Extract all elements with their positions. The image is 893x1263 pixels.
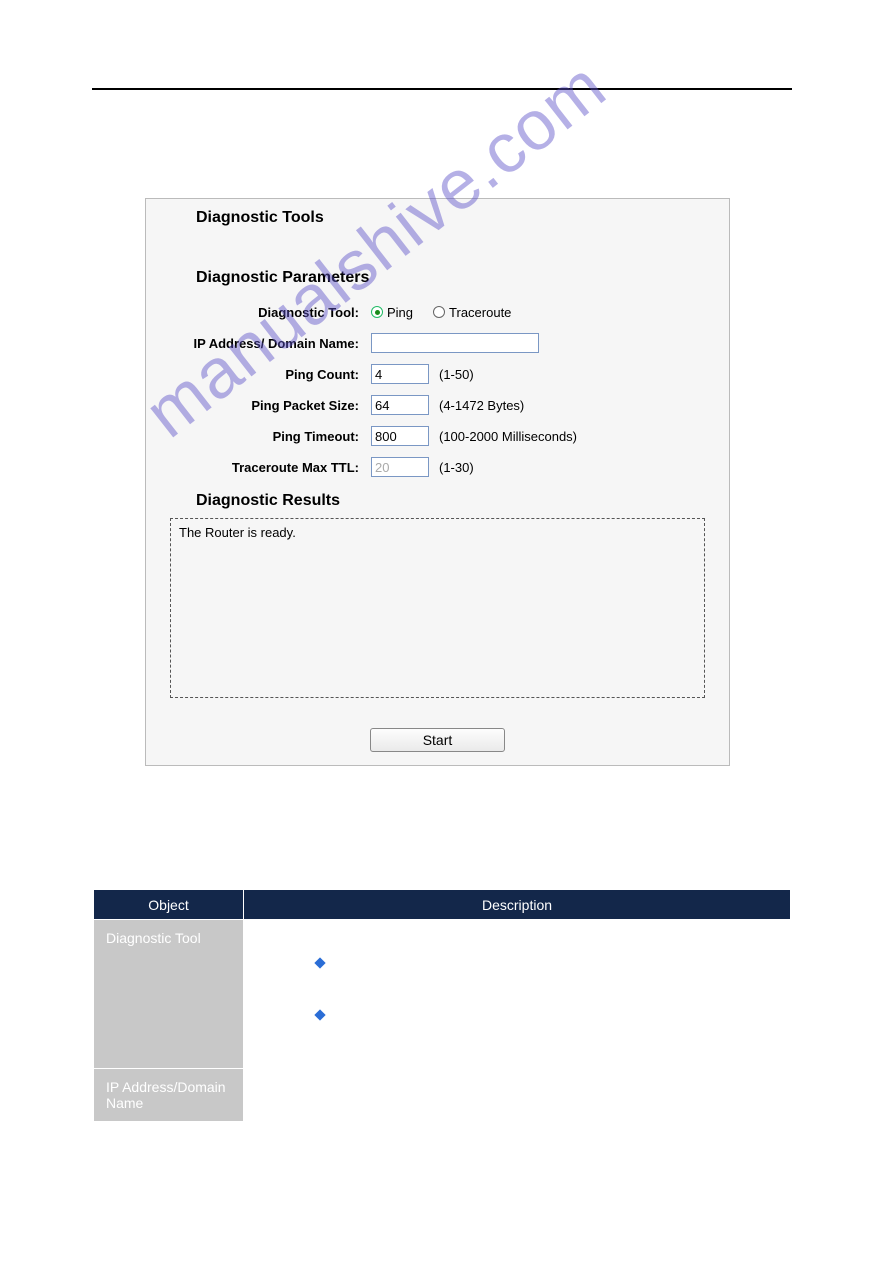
top-rule	[92, 88, 792, 90]
description-line: The following table describes the labels…	[92, 836, 451, 853]
cell-desc-0: Check the radio button to select one dia…	[244, 920, 791, 1069]
row0-intro: Check the radio button to select one dia…	[256, 930, 778, 946]
hint-count: (1-50)	[439, 367, 474, 382]
ip-input[interactable]	[371, 333, 539, 353]
radio-ping[interactable]: Ping	[371, 305, 413, 320]
bullet-icon	[314, 957, 325, 968]
parameters-heading: Diagnostic Parameters	[196, 269, 729, 287]
figure-caption: Figure 4-116 Diagnostic Tools	[0, 785, 893, 802]
bullet-traceroute-text: Traceroute - This diagnostic tool tests …	[338, 1006, 778, 1044]
radio-icon	[371, 306, 383, 318]
hint-ttl: (1-30)	[439, 460, 474, 475]
diagnostic-panel: Diagnostic Tools Diagnostic Parameters D…	[145, 198, 730, 766]
label-packet: Ping Packet Size:	[146, 398, 371, 413]
count-input[interactable]	[371, 364, 429, 384]
label-timeout: Ping Timeout:	[146, 429, 371, 444]
cell-object-0: Diagnostic Tool	[94, 920, 244, 1069]
hint-packet: (4-1472 Bytes)	[439, 398, 524, 413]
results-heading: Diagnostic Results	[196, 492, 729, 510]
table-header-desc: Description	[244, 890, 791, 920]
packet-input[interactable]	[371, 395, 429, 415]
bullet-ping-text: Ping - This diagnostic tool troubleshoot…	[338, 954, 778, 992]
results-box: The Router is ready.	[170, 518, 705, 698]
label-count: Ping Count:	[146, 367, 371, 382]
ttl-input	[371, 457, 429, 477]
cell-object-1: IP Address/Domain Name	[94, 1068, 244, 1121]
table-row: IP Address/Domain Name Enter the IP Addr…	[94, 1068, 791, 1121]
bullet-icon	[314, 1009, 325, 1020]
radio-ping-label: Ping	[387, 305, 413, 320]
table-header-object: Object	[94, 890, 244, 920]
label-ip: IP Address/ Domain Name:	[146, 336, 371, 351]
cell-desc-1: Enter the IP Address or Domain Name of t…	[244, 1068, 791, 1121]
radio-traceroute[interactable]: Traceroute	[433, 305, 511, 320]
table-row: Diagnostic Tool Check the radio button t…	[94, 920, 791, 1069]
timeout-input[interactable]	[371, 426, 429, 446]
results-text: The Router is ready.	[179, 525, 296, 540]
radio-icon	[433, 306, 445, 318]
bullet-traceroute: Traceroute - This diagnostic tool tests …	[256, 1006, 778, 1044]
page-number: 130	[0, 1216, 893, 1233]
panel-title: Diagnostic Tools	[196, 209, 729, 227]
start-button[interactable]: Start	[370, 728, 505, 752]
label-ttl: Traceroute Max TTL:	[146, 460, 371, 475]
description-table: Object Description Diagnostic Tool Check…	[92, 888, 792, 1123]
radio-traceroute-label: Traceroute	[449, 305, 511, 320]
hint-timeout: (100-2000 Milliseconds)	[439, 429, 577, 444]
label-tool: Diagnostic Tool:	[146, 305, 371, 320]
bullet-ping: Ping - This diagnostic tool troubleshoot…	[256, 954, 778, 992]
